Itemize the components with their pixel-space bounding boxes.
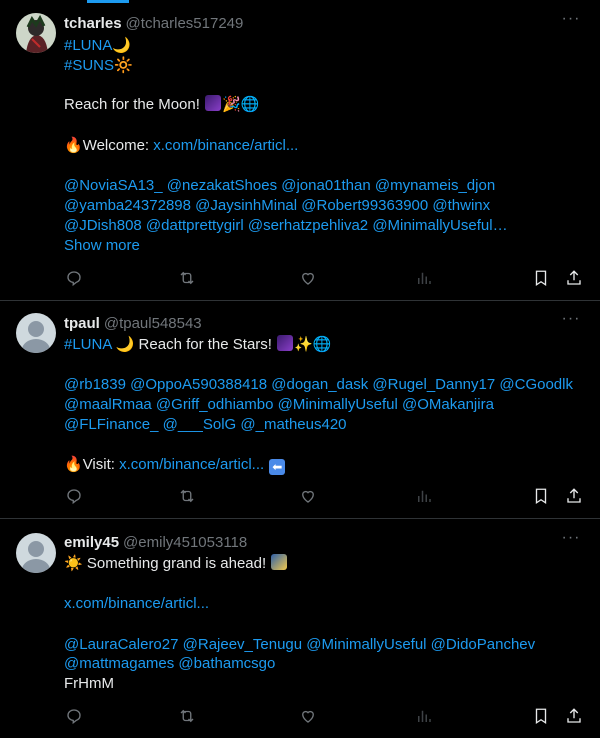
bookmark-icon[interactable] — [531, 486, 551, 506]
bookmark-icon[interactable] — [531, 268, 551, 288]
avatar[interactable] — [16, 313, 56, 353]
sparkles-icon: ✨ — [294, 336, 313, 353]
display-name[interactable]: tcharles — [64, 15, 122, 32]
tweet-actions — [0, 486, 600, 506]
retweet-icon[interactable] — [177, 268, 197, 288]
tweet-text: Reach for the Moon! — [64, 96, 200, 113]
retweet-icon[interactable] — [177, 486, 197, 506]
tweet-tcharles[interactable]: tcharles @tcharles517249 ··· #LUNA🌙 #SUN… — [0, 0, 600, 301]
mention-line[interactable]: @FLFinance_ @___SolG @_matheus420 — [64, 415, 347, 435]
tweet-text-line: #SUNS🔆 — [64, 56, 133, 76]
tweet-text: FrHmM — [64, 675, 114, 692]
more-icon[interactable]: ··· — [560, 311, 582, 333]
left-arrow-icon: ⬅ — [269, 459, 286, 475]
views-icon[interactable] — [414, 268, 434, 288]
avatar[interactable] — [16, 533, 56, 573]
fire-icon: 🔥 — [64, 137, 83, 154]
hashtag-luna[interactable]: #LUNA — [64, 336, 112, 353]
tweet-emily45[interactable]: emily45 @emily451053118 ··· ☀️ Something… — [0, 519, 600, 738]
display-name[interactable]: tpaul — [64, 315, 100, 332]
reply-icon[interactable] — [64, 268, 84, 288]
user-handle[interactable]: @tpaul548543 — [104, 315, 202, 332]
retweet-icon[interactable] — [177, 706, 197, 726]
more-icon[interactable]: ··· — [560, 11, 582, 33]
tweet-text-line: 🔥Welcome: x.com/binance/articl... — [64, 136, 298, 156]
mention-line[interactable]: @JDish808 @dattprettygirl @serhatzpehliv… — [64, 216, 508, 236]
tweet-header: tcharles @tcharles517249 — [64, 13, 243, 33]
display-name[interactable]: emily45 — [64, 534, 119, 551]
views-icon[interactable] — [414, 486, 434, 506]
welcome-label: Welcome: — [82, 137, 154, 154]
fire-icon: 🔥 — [64, 456, 83, 473]
tweet-link[interactable]: x.com/binance/articl... — [64, 594, 209, 614]
share-icon[interactable] — [564, 486, 584, 506]
show-more-link[interactable]: Show more — [64, 236, 140, 256]
tweet-tpaul[interactable]: tpaul @tpaul548543 ··· #LUNA 🌙 Reach for… — [0, 301, 600, 519]
moon-icon: 🌙 — [115, 336, 135, 353]
mention-line[interactable]: @rb1839 @OppoA590388418 @dogan_dask @Rug… — [64, 375, 573, 395]
tweet-text-line: #LUNA🌙 — [64, 36, 131, 56]
tweet-header: tpaul @tpaul548543 — [64, 313, 202, 333]
sun-icon: 🔆 — [114, 57, 133, 74]
globe-icon: 🌐 — [240, 96, 260, 113]
tweet-link[interactable]: x.com/binance/articl... — [153, 137, 298, 154]
user-handle[interactable]: @tcharles517249 — [126, 15, 244, 32]
mention-line[interactable]: @LauraCalero27 @Rajeev_Tenugu @Minimally… — [64, 635, 535, 655]
mention-line[interactable]: @mattmagames @bathamcsgo — [64, 654, 275, 674]
hashtag-luna[interactable]: #LUNA — [64, 37, 112, 54]
shooting-star-icon — [271, 554, 288, 570]
moon-icon: 🌙 — [112, 37, 132, 54]
tweet-text-line: #LUNA 🌙 Reach for the Stars! ✨🌐 — [64, 335, 332, 355]
tweet-actions — [0, 268, 600, 288]
party-icon: 🎉 — [222, 96, 241, 113]
tweet-text-line: Reach for the Moon! 🎉🌐 — [64, 95, 259, 115]
mention-line[interactable]: @yamba24372898 @JaysinhMinal @Robert9936… — [64, 196, 490, 216]
milky-way-icon — [205, 95, 222, 111]
avatar[interactable] — [16, 13, 56, 53]
tweet-header: emily45 @emily451053118 — [64, 532, 247, 552]
tweet-link[interactable]: x.com/binance/articl... — [119, 456, 264, 473]
share-icon[interactable] — [564, 268, 584, 288]
reply-icon[interactable] — [64, 486, 84, 506]
like-icon[interactable] — [298, 486, 318, 506]
tweet-actions — [0, 706, 600, 726]
tweet-text-line: ☀️ Something grand is ahead! — [64, 554, 288, 574]
bookmark-icon[interactable] — [531, 706, 551, 726]
reply-icon[interactable] — [64, 706, 84, 726]
hashtag-suns[interactable]: #SUNS — [64, 57, 114, 74]
visit-label: Visit: — [82, 456, 120, 473]
sun-icon: ☀️ — [64, 555, 83, 572]
tweet-text: Reach for the Stars! — [134, 336, 277, 353]
tweet-text-line: 🔥Visit: x.com/binance/articl... ⬅ — [64, 455, 286, 475]
tweet-text: Something grand is ahead! — [86, 555, 271, 572]
share-icon[interactable] — [564, 706, 584, 726]
like-icon[interactable] — [298, 268, 318, 288]
mention-line[interactable]: @maalRmaa @Griff_odhiambo @MinimallyUsef… — [64, 395, 494, 415]
globe-icon: 🌐 — [312, 336, 332, 353]
user-handle[interactable]: @emily451053118 — [123, 534, 247, 551]
views-icon[interactable] — [414, 706, 434, 726]
more-icon[interactable]: ··· — [560, 530, 582, 552]
milky-way-icon — [277, 335, 294, 351]
like-icon[interactable] — [298, 706, 318, 726]
mention-line[interactable]: @NoviaSA13_ @nezakatShoes @jona01than @m… — [64, 176, 495, 196]
